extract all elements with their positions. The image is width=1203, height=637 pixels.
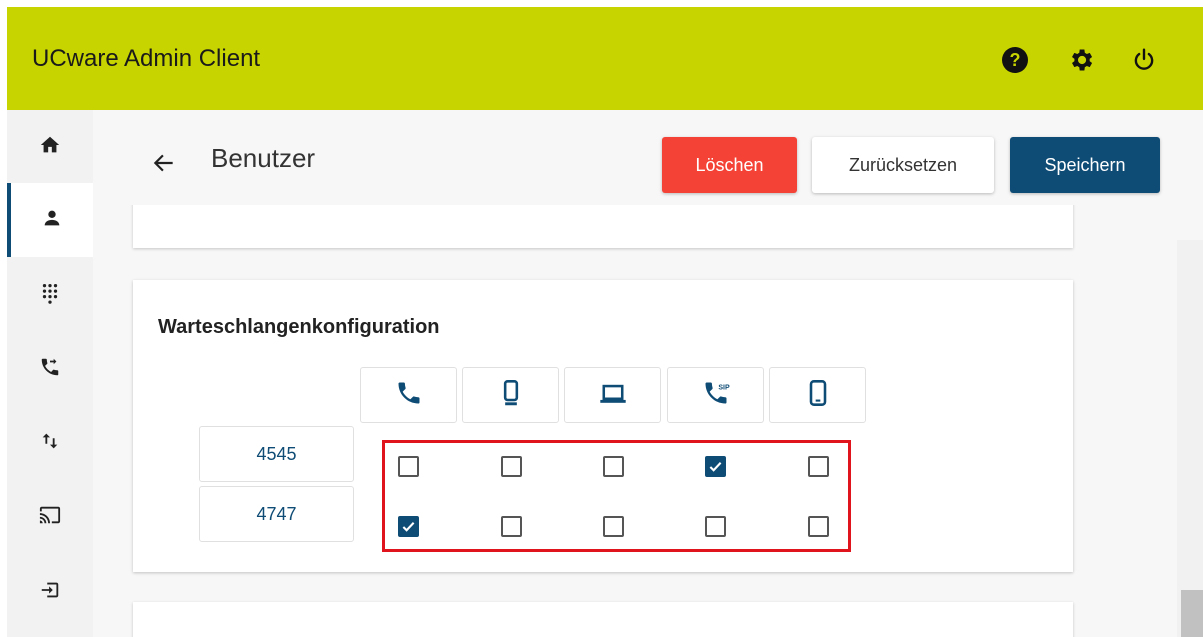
sidebar — [7, 110, 93, 637]
device-header-desk-phone — [462, 367, 559, 423]
svg-text:SIP: SIP — [718, 384, 730, 391]
checkbox-4545-sip-phone[interactable] — [705, 456, 726, 477]
phone-icon — [395, 379, 423, 412]
next-card — [133, 602, 1073, 637]
checkbox-4747-mobile[interactable] — [808, 516, 829, 537]
app-title: UCware Admin Client — [32, 45, 261, 72]
help-icon[interactable]: ? — [1000, 45, 1030, 75]
mobile-icon — [804, 379, 832, 412]
transfer-icon — [39, 430, 61, 457]
sidebar-item-transfer[interactable] — [7, 406, 93, 480]
delete-button[interactable]: Löschen — [662, 137, 797, 193]
dialpad-icon — [39, 282, 61, 309]
page-title: Benutzer — [211, 143, 316, 173]
scrollbar-thumb[interactable] — [1181, 590, 1203, 637]
sip-phone-icon: SIP — [702, 379, 730, 412]
queue-number-cell[interactable]: 4747 — [199, 486, 354, 542]
home-icon — [39, 134, 61, 161]
laptop-icon — [598, 379, 628, 412]
app-header: UCware Admin Client ? — [7, 7, 1203, 110]
user-icon — [41, 207, 63, 234]
scrollbar-track[interactable] — [1177, 240, 1203, 637]
device-header-sip-phone: SIP — [667, 367, 764, 423]
sidebar-item-cast[interactable] — [7, 480, 93, 554]
checkbox-4545-laptop[interactable] — [603, 456, 624, 477]
sidebar-item-dialpad[interactable] — [7, 258, 93, 332]
login-icon — [39, 579, 61, 606]
reset-button[interactable]: Zurücksetzen — [812, 137, 994, 193]
check-icon — [709, 462, 722, 472]
queue-number-cell[interactable]: 4545 — [199, 426, 354, 482]
save-button[interactable]: Speichern — [1010, 137, 1160, 193]
call-forward-icon — [39, 356, 61, 383]
power-icon[interactable] — [1129, 45, 1159, 75]
checkbox-4747-phone[interactable] — [398, 516, 419, 537]
queue-config-card: Warteschlangenkonfiguration SIP 4545 474… — [133, 280, 1073, 572]
section-title: Warteschlangenkonfiguration — [158, 316, 440, 338]
back-arrow-icon[interactable] — [149, 148, 179, 178]
sidebar-item-users[interactable] — [7, 183, 93, 257]
checkbox-4545-phone[interactable] — [398, 456, 419, 477]
device-header-phone — [360, 367, 457, 423]
sidebar-item-login[interactable] — [7, 555, 93, 629]
cast-icon — [39, 504, 61, 531]
checkbox-4747-laptop[interactable] — [603, 516, 624, 537]
main-content: Benutzer Löschen Zurücksetzen Speichern … — [93, 110, 1203, 637]
settings-icon[interactable] — [1066, 45, 1096, 75]
desk-phone-icon — [497, 379, 525, 412]
check-icon — [402, 522, 415, 532]
device-header-laptop — [564, 367, 661, 423]
sidebar-item-call-forward[interactable] — [7, 332, 93, 406]
checkbox-4747-sip-phone[interactable] — [705, 516, 726, 537]
checkbox-4545-mobile[interactable] — [808, 456, 829, 477]
checkbox-4747-desk-phone[interactable] — [501, 516, 522, 537]
sidebar-item-home[interactable] — [7, 110, 93, 184]
checkbox-4545-desk-phone[interactable] — [501, 456, 522, 477]
device-header-mobile — [769, 367, 866, 423]
svg-text:?: ? — [1010, 50, 1021, 70]
